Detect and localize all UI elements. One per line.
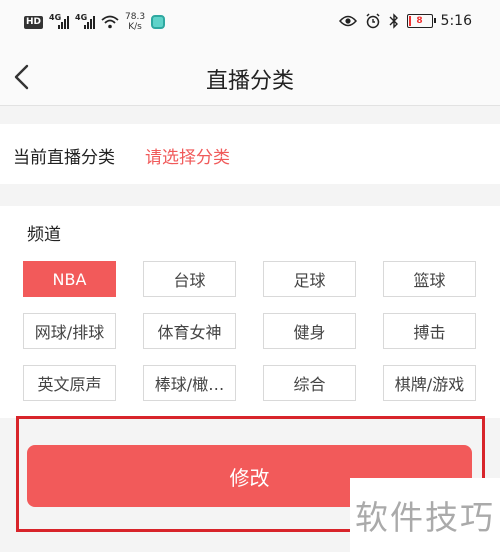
speed-value: 78.3 (125, 12, 146, 22)
network-speed: 78.3 K/s (125, 12, 145, 32)
clock: 5:16 (440, 13, 472, 29)
signal-icon-1: 4G (49, 13, 70, 29)
channel-chip[interactable]: 搏击 (383, 313, 476, 349)
hd-voice-icon: HD (24, 15, 44, 29)
channel-chip[interactable]: 足球 (263, 261, 356, 297)
channel-chip[interactable]: 体育女神 (143, 313, 236, 349)
channel-chip[interactable]: 篮球 (383, 261, 476, 297)
channel-chip[interactable]: 网球/排球 (23, 313, 116, 349)
watermark: 软件技巧 (350, 478, 500, 552)
current-category-label: 当前直播分类 (13, 148, 115, 168)
channel-chip[interactable]: 综合 (263, 365, 356, 401)
page-title: 直播分类 (205, 69, 294, 94)
channel-chip[interactable]: 英文原声 (23, 365, 116, 401)
speed-unit: K/s (128, 22, 142, 32)
signal-icon-2: 4G (75, 13, 96, 29)
bluetooth-icon (389, 13, 398, 29)
wifi-icon (101, 15, 119, 29)
battery-icon: 8 (406, 14, 436, 28)
battery-fill (408, 16, 411, 26)
nav-bar: 直播分类 (0, 48, 500, 106)
app-notification-icon (151, 15, 166, 29)
channel-chip[interactable]: 棋牌/游戏 (383, 365, 476, 401)
status-bar: HD 4G 4G 78.3 K/s 8 5:16 (0, 0, 500, 48)
channel-chip[interactable]: 健身 (263, 313, 356, 349)
current-category-row[interactable]: 当前直播分类 请选择分类 (0, 124, 500, 184)
channel-chip[interactable]: 棒球/橄… (143, 365, 236, 401)
channel-chip[interactable]: NBA (23, 261, 116, 297)
network-type-label: 4G (49, 13, 62, 22)
alarm-icon (366, 13, 380, 29)
eye-icon (338, 15, 357, 27)
network-type-label-2: 4G (75, 13, 88, 22)
channel-chip[interactable]: 台球 (143, 261, 236, 297)
channel-section-title: 频道 (27, 225, 61, 245)
current-category-value[interactable]: 请选择分类 (145, 143, 230, 168)
battery-level: 8 (416, 16, 423, 26)
